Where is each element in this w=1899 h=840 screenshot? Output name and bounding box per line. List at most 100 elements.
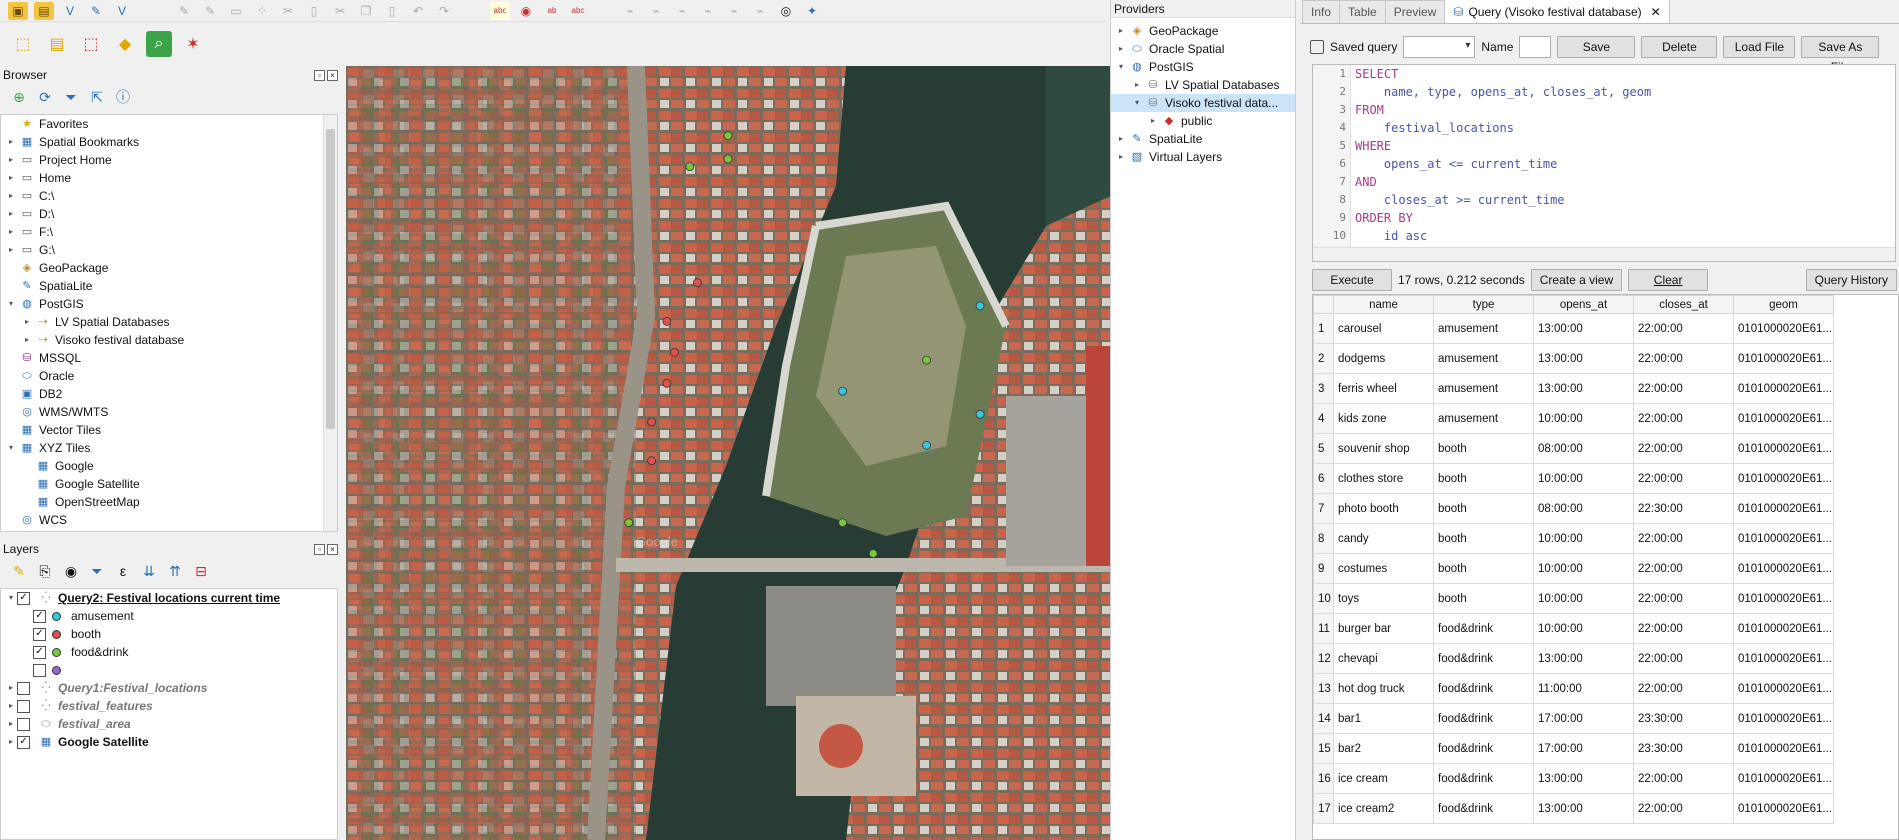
table-cell[interactable]: 0101000020E61... xyxy=(1733,763,1834,794)
table-cell[interactable]: booth xyxy=(1433,553,1534,584)
layer-checkbox[interactable] xyxy=(17,699,30,713)
table-cell[interactable]: 22:00:00 xyxy=(1633,523,1734,554)
filter-icon[interactable]: ⏷ xyxy=(88,563,106,580)
table-cell[interactable]: 10:00:00 xyxy=(1533,523,1634,554)
table-cell[interactable]: 13:00:00 xyxy=(1533,793,1634,824)
row-number[interactable]: 15 xyxy=(1313,733,1334,764)
deselect-icon[interactable]: ⬚ xyxy=(78,31,104,57)
saved-query-select[interactable] xyxy=(1403,36,1476,58)
zoom-icon[interactable]: ⌕ xyxy=(146,31,172,57)
tools-icon[interactable]: ✂ xyxy=(278,2,298,20)
table-cell[interactable]: carousel xyxy=(1333,313,1434,344)
select-features-icon[interactable]: ⬚ xyxy=(10,31,36,57)
table-cell[interactable]: 11:00:00 xyxy=(1533,673,1634,704)
layer-item[interactable]: ▸ ⁛ Query1:Festival_locations xyxy=(1,679,337,697)
table-row[interactable]: 13 hot dog truck food&drink 11:00:00 22:00:0… xyxy=(1313,673,1834,704)
table-cell[interactable]: 13:00:00 xyxy=(1533,373,1634,404)
table-cell[interactable]: bar2 xyxy=(1333,733,1434,764)
layer-checkbox[interactable]: ✓ xyxy=(17,735,30,749)
expression-icon[interactable]: ε xyxy=(114,563,132,579)
expand-arrow-icon[interactable]: ▾ xyxy=(5,295,17,313)
label-highlight-icon[interactable]: ab xyxy=(542,2,562,20)
table-cell[interactable]: 22:00:00 xyxy=(1633,673,1734,704)
layer-item[interactable]: ✓ booth xyxy=(1,625,337,643)
column-header[interactable]: name xyxy=(1333,295,1434,314)
table-cell[interactable]: 22:00:00 xyxy=(1633,373,1734,404)
provider-item[interactable]: ▾ ⛁ Visoko festival data... xyxy=(1111,94,1295,112)
table-cell[interactable]: food&drink xyxy=(1433,673,1534,704)
table-cell[interactable]: food&drink xyxy=(1433,613,1534,644)
table-cell[interactable]: 17:00:00 xyxy=(1533,733,1634,764)
row-number[interactable]: 6 xyxy=(1313,463,1334,494)
food-point[interactable] xyxy=(685,162,695,171)
table-cell[interactable]: ice cream2 xyxy=(1333,793,1434,824)
expand-arrow-icon[interactable]: ▸ xyxy=(1115,148,1127,166)
table-cell[interactable]: booth xyxy=(1433,493,1534,524)
collapse-icon[interactable]: ⇈ xyxy=(166,563,184,580)
row-number[interactable]: 9 xyxy=(1313,553,1334,584)
table-cell[interactable]: 0101000020E61... xyxy=(1733,313,1834,344)
layer-checkbox[interactable]: ✓ xyxy=(33,645,46,659)
visibility-icon[interactable]: ◉ xyxy=(62,563,80,580)
amuse-point[interactable] xyxy=(975,301,985,311)
browser-item[interactable]: ▸ ▭ Project Home xyxy=(1,151,337,169)
save-icon[interactable]: ▭ xyxy=(226,2,246,20)
table-row[interactable]: 10 toys booth 10:00:00 22:00:00 0101000020E61… xyxy=(1313,583,1834,614)
name-input[interactable] xyxy=(1519,36,1552,58)
layer-checkbox[interactable] xyxy=(17,681,30,695)
table-cell[interactable]: 08:00:00 xyxy=(1533,493,1634,524)
info-icon[interactable]: ⓘ xyxy=(114,87,132,107)
select-by-attribute-icon[interactable]: ▤ xyxy=(44,31,70,57)
expand-arrow-icon[interactable]: ▸ xyxy=(1147,112,1159,130)
close-icon[interactable]: × xyxy=(327,69,338,81)
booth-point[interactable] xyxy=(647,417,657,427)
table-cell[interactable]: 0101000020E61... xyxy=(1733,613,1834,644)
table-cell[interactable]: kids zone xyxy=(1333,403,1434,434)
browser-item[interactable]: ▦ Google Satellite xyxy=(1,475,337,493)
copy-icon[interactable]: ❐ xyxy=(356,2,376,20)
filter-icon[interactable]: ⏷ xyxy=(62,89,80,106)
layer-item[interactable]: ▸ ⬭ festival_area xyxy=(1,715,337,733)
browser-item[interactable]: ◎ WMS/WMTS xyxy=(1,403,337,421)
measure-icon[interactable]: ✶ xyxy=(180,31,206,57)
execute-button[interactable]: Execute xyxy=(1312,269,1392,291)
delete-icon[interactable]: ▯ xyxy=(304,2,324,20)
browser-item[interactable]: ▸ ▭ C:\ xyxy=(1,187,337,205)
layer-item[interactable]: ✓ food&drink xyxy=(1,643,337,661)
expand-arrow-icon[interactable]: ▸ xyxy=(1131,76,1143,94)
style-icon[interactable]: ✎ xyxy=(10,563,28,580)
layer-item[interactable] xyxy=(1,661,337,679)
layer-checkbox[interactable]: ✓ xyxy=(33,609,46,623)
expand-arrow-icon[interactable]: ▸ xyxy=(5,187,17,205)
provider-item[interactable]: ▸ ✎ SpatiaLite xyxy=(1111,130,1295,148)
browser-scrollbar[interactable] xyxy=(323,115,337,531)
table-row[interactable]: 5 souvenir shop booth 08:00:00 22:00:00 01010… xyxy=(1313,433,1834,464)
layer-add-icon[interactable]: ▣ xyxy=(8,1,28,20)
expand-arrow-icon[interactable]: ▸ xyxy=(5,697,17,715)
food-point[interactable] xyxy=(868,549,878,559)
table-cell[interactable]: dodgems xyxy=(1333,343,1434,374)
label-gray-icon[interactable]: ⌁ xyxy=(646,2,666,20)
table-cell[interactable]: 22:00:00 xyxy=(1633,583,1734,614)
row-number[interactable]: 11 xyxy=(1313,613,1334,644)
table-cell[interactable]: 13:00:00 xyxy=(1533,763,1634,794)
row-number[interactable]: 10 xyxy=(1313,583,1334,614)
layer-item[interactable]: ✓ amusement xyxy=(1,607,337,625)
table-cell[interactable]: 22:00:00 xyxy=(1633,313,1734,344)
browser-item[interactable]: ★ Favorites xyxy=(1,115,337,133)
expand-arrow-icon[interactable]: ▾ xyxy=(5,439,17,457)
expand-arrow-icon[interactable]: ▸ xyxy=(5,679,17,697)
row-number[interactable]: 5 xyxy=(1313,433,1334,464)
provider-item[interactable]: ▸ ▧ Virtual Layers xyxy=(1111,148,1295,166)
row-number[interactable]: 12 xyxy=(1313,643,1334,674)
column-header[interactable]: opens_at xyxy=(1533,295,1634,314)
sql-editor[interactable]: 1 2 3 4 5 6 7 8 9 10 SELECT name, type, opens_at,… xyxy=(1312,64,1896,262)
layer-checkbox[interactable] xyxy=(17,717,30,731)
expand-arrow-icon[interactable]: ▸ xyxy=(5,715,17,733)
table-cell[interactable]: 22:00:00 xyxy=(1633,643,1734,674)
expand-arrow-icon[interactable]: ▸ xyxy=(5,205,17,223)
add-group-icon[interactable]: ⎘ xyxy=(36,563,54,580)
browser-item[interactable]: ▸ ⇢ Visoko festival database xyxy=(1,331,337,349)
table-cell[interactable]: 0101000020E61... xyxy=(1733,403,1834,434)
browser-item[interactable]: ◎ WCS xyxy=(1,511,337,529)
